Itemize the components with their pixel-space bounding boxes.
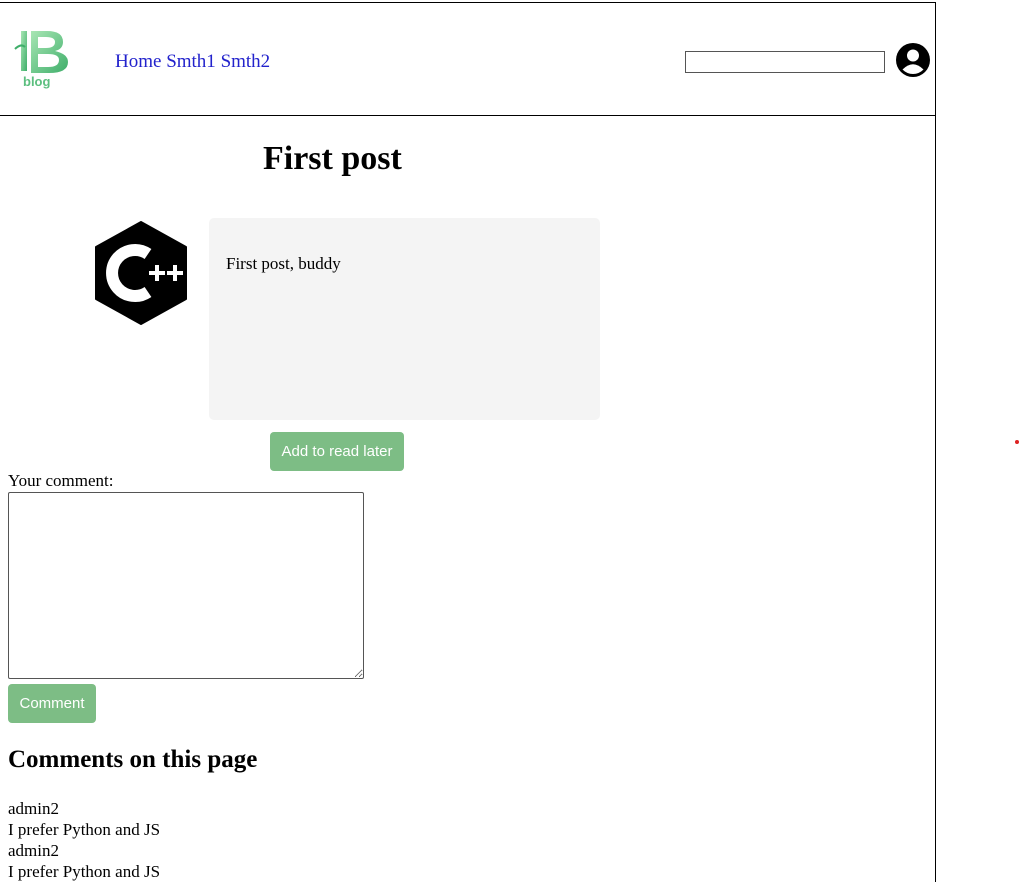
search-input[interactable] — [685, 51, 885, 73]
stray-dot — [1015, 440, 1019, 444]
comment-submit-button[interactable]: Comment — [8, 684, 96, 723]
post-body-text: First post, buddy — [226, 254, 341, 273]
comments-heading: Comments on this page — [8, 746, 258, 773]
nav-smth1-link[interactable]: Smth1 — [166, 51, 216, 72]
account-icon[interactable] — [896, 43, 930, 77]
comment-text: I prefer Python and JS — [8, 862, 161, 881]
blog-logo[interactable]: blog — [13, 29, 73, 89]
comment-item: admin2 I prefer Python and JS — [8, 840, 160, 882]
cpp-logo-icon — [95, 221, 187, 325]
comment-label: Your comment: — [8, 471, 114, 490]
comment-author: admin2 — [8, 841, 59, 860]
nav-home-link[interactable]: Home — [115, 51, 161, 72]
comments-list: admin2 I prefer Python and JS admin2 I p… — [8, 798, 160, 882]
main-nav: Home Smth1 Smth2 — [115, 51, 270, 73]
site-header: blog Home Smth1 Smth2 — [0, 3, 936, 116]
comment-item: admin2 I prefer Python and JS — [8, 798, 160, 840]
logo-text: blog — [23, 74, 50, 89]
comment-textarea[interactable] — [8, 492, 364, 679]
comment-author: admin2 — [8, 799, 59, 818]
comment-text: I prefer Python and JS — [8, 820, 161, 839]
nav-smth2-link[interactable]: Smth2 — [221, 51, 271, 72]
post-body: First post, buddy — [209, 218, 600, 420]
post-title: First post — [263, 140, 402, 177]
read-later-button[interactable]: Add to read later — [270, 432, 404, 471]
